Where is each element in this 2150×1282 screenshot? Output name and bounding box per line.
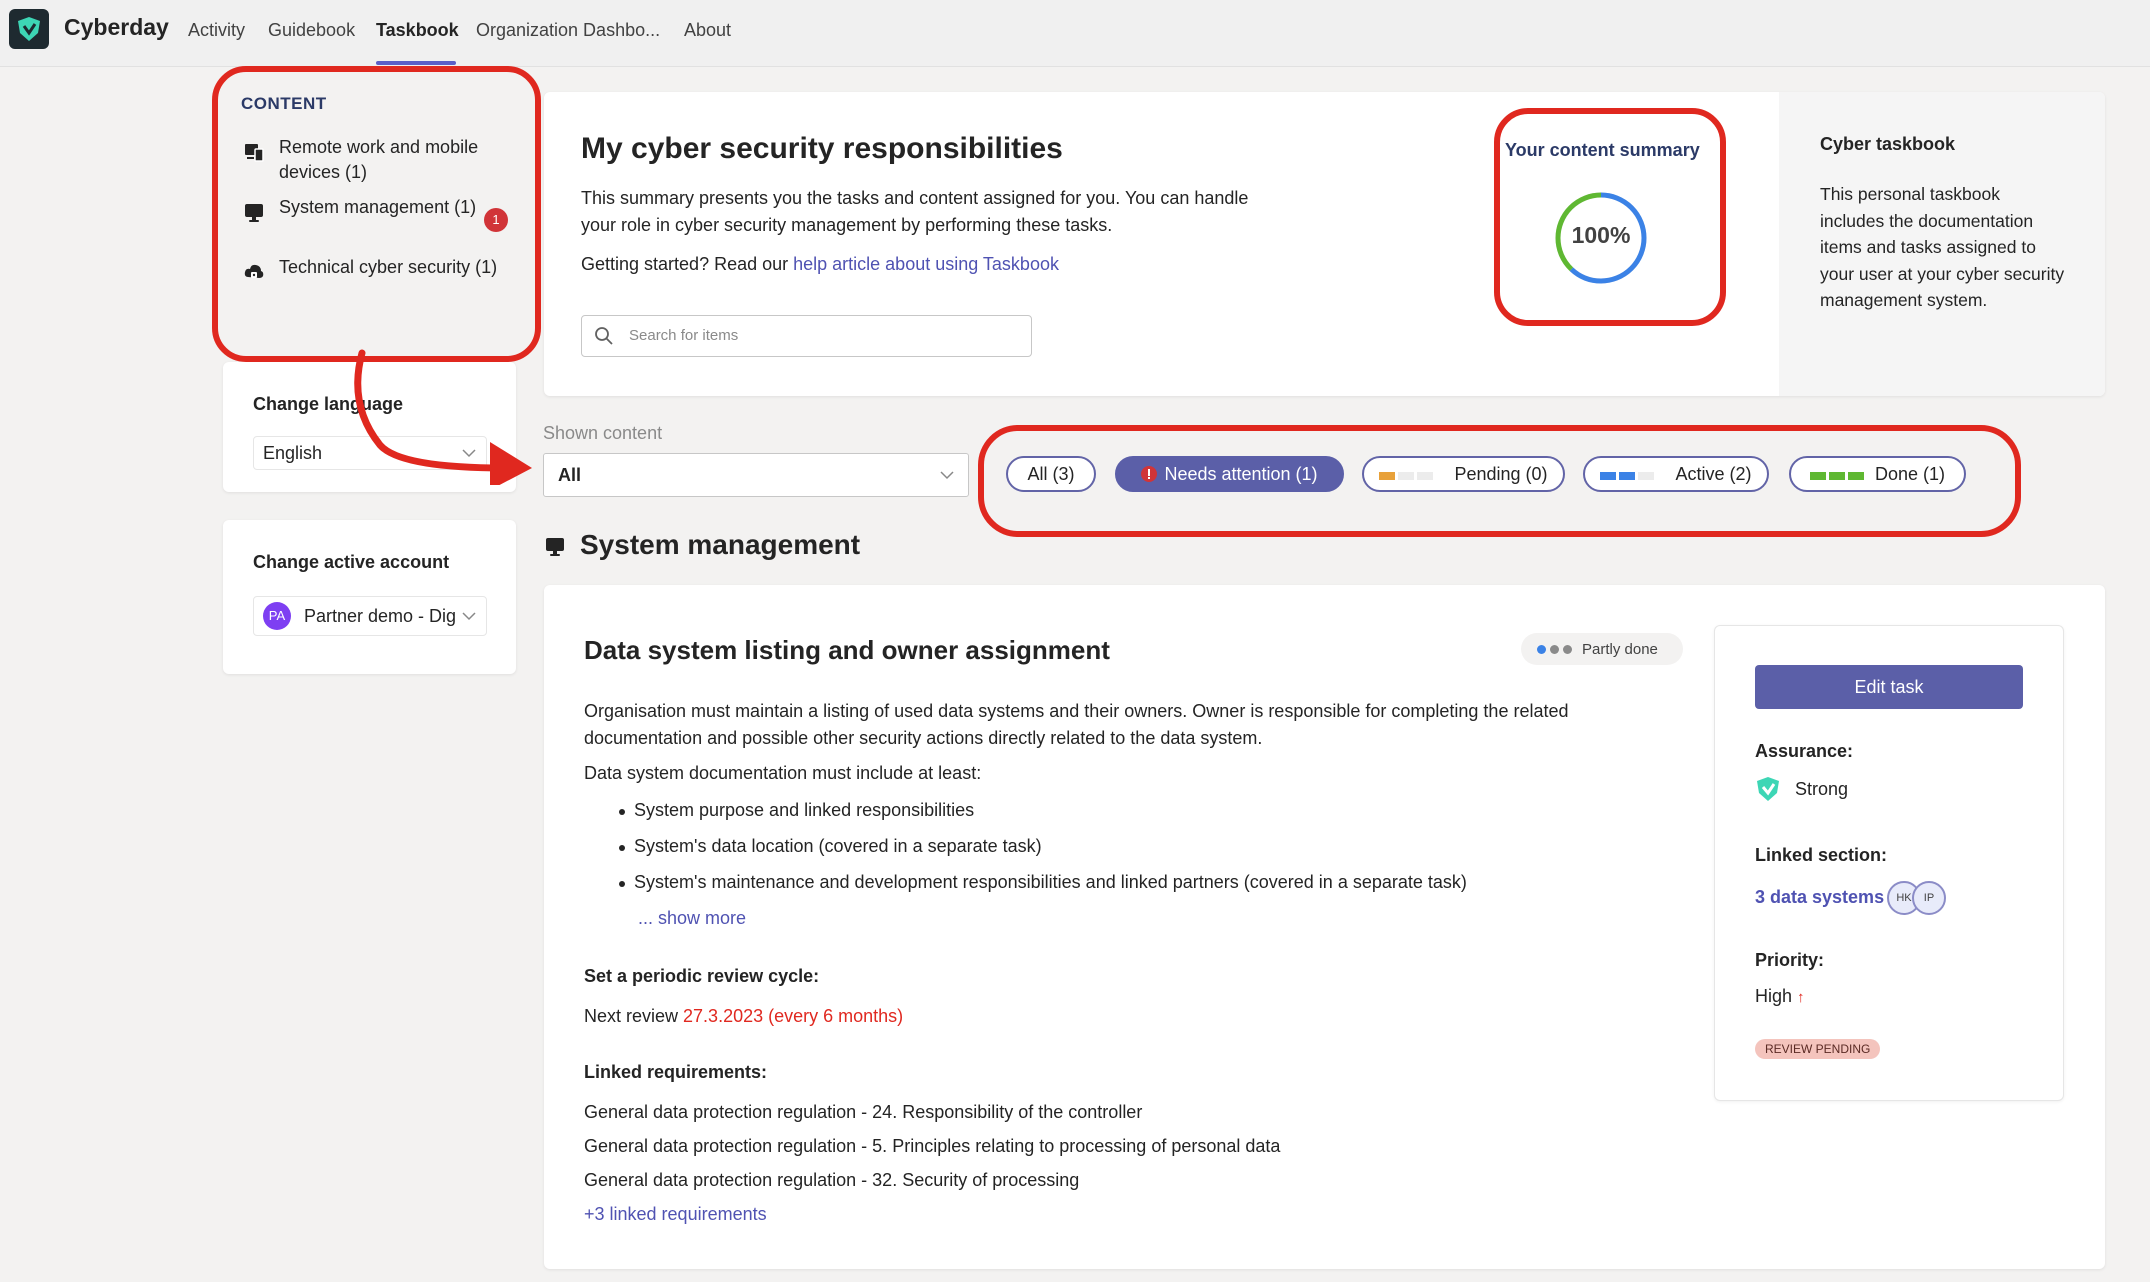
next-review-text: Next review 27.3.2023 (every 6 months)	[584, 1003, 903, 1030]
avatar: IP	[1912, 881, 1946, 915]
content-item-label: System management (1)	[279, 197, 477, 217]
priority-label: Priority:	[1755, 950, 1825, 970]
devices-icon	[245, 144, 264, 162]
nav-about[interactable]: About	[684, 20, 731, 41]
nav-taskbook[interactable]: Taskbook	[376, 20, 459, 41]
content-summary-label: Your content summary	[1505, 140, 1700, 160]
filter-active[interactable]: Active (2)	[1583, 456, 1769, 492]
content-item-label: Technical cyber security (1)	[279, 257, 498, 277]
edit-task-button[interactable]: Edit task	[1755, 665, 2023, 709]
getting-started-text: Getting started? Read our help article a…	[581, 251, 1059, 278]
done-bar-icon	[1809, 464, 1867, 485]
content-item-label: Remote work and mobile devices (1)	[279, 137, 479, 182]
shown-content-value: All	[558, 465, 582, 485]
content-item-remote-work[interactable]: Remote work and mobile devices (1)	[243, 135, 503, 185]
filter-all[interactable]: All (3)	[1006, 456, 1096, 492]
assurance-label: Assurance:	[1755, 741, 1854, 761]
chevron-down-icon	[940, 471, 954, 480]
filter-label: Done (1)	[1874, 463, 1946, 484]
account-select-value: Partner demo - Dig	[304, 606, 457, 626]
filter-label: Active (2)	[1675, 463, 1752, 484]
chevron-down-icon	[462, 612, 476, 621]
summary-percent: 100%	[1571, 222, 1631, 248]
active-tab-indicator	[376, 61, 456, 65]
app-logo[interactable]	[9, 9, 49, 49]
cloud-lock-icon	[244, 264, 264, 278]
task-description: Organisation must maintain a listing of …	[584, 701, 1569, 748]
requirement-item: General data protection regulation - 24.…	[584, 1102, 1143, 1122]
filter-needs-attention[interactable]: Needs attention (1)	[1115, 456, 1344, 492]
info-panel-title: Cyber taskbook	[1820, 134, 1956, 154]
account-select[interactable]: PA Partner demo - Dig	[253, 596, 487, 636]
assurance-value: Strong	[1795, 779, 1849, 799]
linked-section-label: Linked section:	[1755, 845, 1888, 865]
help-article-link[interactable]: help article about using Taskbook	[793, 254, 1059, 274]
shield-check-icon	[1757, 777, 1779, 801]
task-list-intro: Data system documentation must include a…	[584, 763, 982, 783]
search-placeholder: Search for items	[629, 327, 739, 344]
list-item: System's data location (covered in a sep…	[619, 836, 1042, 856]
priority-value: High ↑	[1755, 986, 1805, 1007]
linked-section-link[interactable]: 3 data systems	[1755, 887, 1884, 908]
next-review-prefix: Next review	[584, 1006, 684, 1026]
search-input[interactable]: Search for items	[581, 315, 1032, 357]
monitor-icon	[546, 538, 564, 556]
status-label: Partly done	[1582, 640, 1658, 658]
priority-text: High	[1755, 986, 1793, 1006]
requirement-item: General data protection regulation - 5. …	[584, 1136, 1281, 1156]
filter-done[interactable]: Done (1)	[1789, 456, 1966, 492]
nav-guidebook[interactable]: Guidebook	[268, 20, 355, 41]
status-dot	[1550, 644, 1559, 654]
more-requirements-link[interactable]: +3 linked requirements	[584, 1201, 767, 1228]
change-account-card: Change active account PA Partner demo - …	[223, 520, 516, 674]
priority-up-icon: ↑	[1797, 989, 1805, 1006]
shown-content-select[interactable]: All	[543, 453, 969, 497]
shown-content-label: Shown content	[543, 423, 663, 443]
nav-organization-dashboard[interactable]: Organization Dashbo...	[476, 20, 660, 41]
content-item-technical-cyber-security[interactable]: Technical cyber security (1)	[243, 255, 503, 305]
active-bar-icon	[1600, 464, 1657, 485]
app-name: Cyberday	[64, 14, 169, 40]
account-avatar: PA	[263, 602, 291, 630]
content-heading: CONTENT	[241, 94, 327, 113]
task-title: Data system listing and owner assignment	[584, 635, 1110, 665]
requirements-heading: Linked requirements:	[584, 1062, 768, 1082]
shield-logo-icon	[18, 17, 40, 41]
change-account-title: Change active account	[253, 552, 450, 572]
filter-pending[interactable]: Pending (0)	[1362, 456, 1565, 492]
status-dot	[1537, 644, 1546, 654]
top-bar: Cyberday Activity Guidebook Taskbook Org…	[0, 0, 2150, 67]
page-title: My cyber security responsibilities	[581, 132, 1063, 165]
attention-count-badge: 1	[484, 208, 508, 232]
info-panel-text: This personal taskbook includes the docu…	[1820, 184, 2065, 310]
getting-started-prefix: Getting started? Read our	[581, 254, 794, 274]
review-pending-badge: REVIEW PENDING	[1755, 1039, 1881, 1059]
content-item-system-management[interactable]: System management (1)	[243, 195, 503, 245]
annotation-arrow-icon	[354, 349, 532, 485]
next-review-date: 27.3.2023 (every 6 months)	[683, 1006, 904, 1026]
pending-bar-icon	[1379, 464, 1436, 485]
filter-label: All (3)	[1027, 463, 1075, 484]
nav-activity[interactable]: Activity	[188, 20, 245, 41]
monitor-icon	[245, 204, 263, 222]
alert-icon	[1141, 466, 1158, 482]
review-heading: Set a periodic review cycle:	[584, 966, 820, 986]
status-dot	[1563, 644, 1572, 654]
show-more-link[interactable]: ... show more	[638, 908, 746, 929]
language-select-value: English	[263, 443, 323, 463]
requirement-item: General data protection regulation - 32.…	[584, 1170, 1080, 1190]
filter-label: Pending (0)	[1454, 463, 1548, 484]
section-title: System management	[580, 529, 861, 560]
filter-label: Needs attention (1)	[1164, 463, 1318, 484]
status-badge: Partly done	[1521, 633, 1683, 665]
list-item: System's maintenance and development res…	[619, 872, 1467, 892]
search-icon	[595, 327, 613, 345]
header-description: This summary presents you the tasks and …	[581, 188, 1249, 235]
list-item: System purpose and linked responsibiliti…	[618, 800, 975, 820]
